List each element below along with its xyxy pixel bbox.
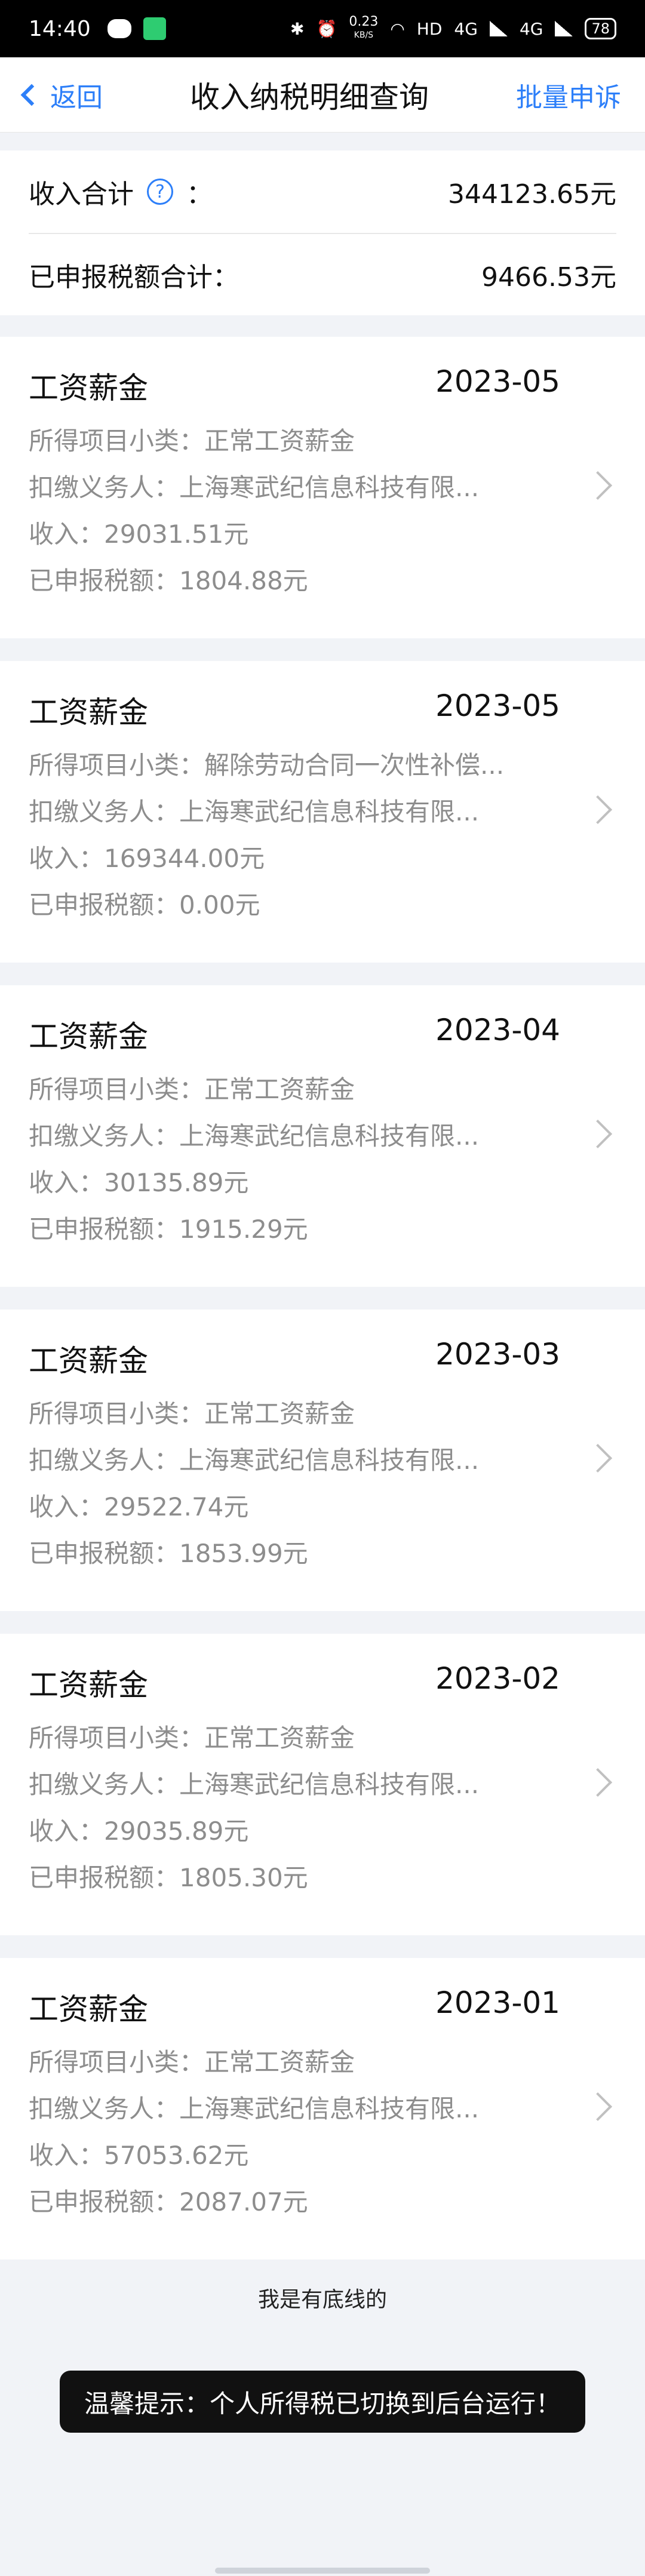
record-period: 2023-01 [435,1985,560,2020]
nav-bar: 返回 收入纳税明细查询 批量申诉 [0,57,645,133]
record-period: 2023-05 [435,364,560,399]
net-speed-unit: KB/S [354,30,374,40]
record-card[interactable]: 工资薪金 2023-01 所得项目小类：正常工资薪金 扣缴义务人：上海寒武纪信息科… [0,1958,645,2260]
home-indicator[interactable] [215,2568,430,2574]
records-list: 工资薪金 2023-05 所得项目小类：正常工资薪金 扣缴义务人：上海寒武纪信息科… [0,337,645,2260]
signal-icon [489,21,508,36]
status-left-icons [107,17,166,40]
wechat-icon [107,19,131,38]
page-title: 收入纳税明细查询 [190,79,429,115]
record-subitem: 所得项目小类：正常工资薪金 [29,1723,355,1753]
record-period: 2023-02 [435,1661,560,1696]
app-notification-icon [143,17,166,40]
chevron-right-icon [583,1443,613,1473]
record-subitem: 所得项目小类：解除劳动合同一次性补偿... [29,751,505,780]
chevron-right-icon [583,1767,613,1797]
record-withholder: 扣缴义务人：上海寒武纪信息科技有限... [29,473,480,502]
battery-icon: 78 [585,18,616,39]
record-withholder: 扣缴义务人：上海寒武纪信息科技有限... [29,2094,480,2123]
record-tax: 已申报税额：2087.07元 [29,2187,308,2217]
record-subitem: 所得项目小类：正常工资薪金 [29,1399,355,1428]
record-category: 工资薪金 [29,1344,148,1378]
back-button[interactable]: 返回 [20,76,103,114]
record-tax: 已申报税额：1805.30元 [29,1863,308,1892]
back-label: 返回 [50,82,103,113]
record-withholder: 扣缴义务人：上海寒武纪信息科技有限... [29,797,480,826]
record-withholder: 扣缴义务人：上海寒武纪信息科技有限... [29,1770,480,1799]
tax-total-label: 已申报税额合计： [29,262,239,293]
record-card[interactable]: 工资薪金 2023-05 所得项目小类：解除劳动合同一次性补偿... 扣缴义务人：… [0,661,645,963]
list-end-text: 我是有底线的 [257,2288,387,2312]
record-income: 收入：29035.89元 [29,1816,249,1846]
income-total-label: 收入合计 [29,179,134,210]
net-speed: 0.23 KB/S [349,16,378,42]
batch-appeal-button[interactable]: 批量申诉 [516,76,621,114]
income-total-colon: ： [186,179,213,210]
record-income: 收入：30135.89元 [29,1168,249,1197]
record-income: 收入：169344.00元 [29,844,265,873]
record-tax: 已申报税额：1853.99元 [29,1539,308,1568]
chevron-right-icon [583,471,613,500]
record-period: 2023-05 [435,688,560,723]
toast-message: 温馨提示：个人所得税已切换到后台运行！ [60,2371,585,2433]
record-category: 工资薪金 [29,1992,148,2027]
signal-icon-2 [555,21,573,36]
record-category: 工资薪金 [29,1019,148,1054]
chevron-right-icon [583,795,613,825]
record-period: 2023-03 [435,1337,560,1372]
record-income: 收入：29522.74元 [29,1492,249,1521]
wifi-icon: ◠ [390,19,405,39]
signal-1-label: 4G [454,19,478,39]
net-speed-value: 0.23 [349,14,379,29]
tax-total-row: 已申报税额合计： 9466.53元 [29,233,616,315]
record-income: 收入：57053.62元 [29,2141,249,2170]
battery-level: 78 [591,20,610,37]
record-period: 2023-04 [435,1013,560,1047]
record-category: 工资薪金 [29,695,148,730]
record-category: 工资薪金 [29,1668,148,1702]
record-tax: 已申报税额：0.00元 [29,890,260,920]
record-subitem: 所得项目小类：正常工资薪金 [29,2048,355,2077]
summary-card: 收入合计 ? ： 344123.65元 已申报税额合计： 9466.53元 [0,150,645,315]
hd-label: HD [416,19,443,39]
record-subitem: 所得项目小类：正常工资薪金 [29,426,355,456]
record-category: 工资薪金 [29,371,148,405]
record-subitem: 所得项目小类：正常工资薪金 [29,1075,355,1104]
income-total-value: 344123.65元 [448,179,616,210]
status-right-icons: ✱ ⏰ 0.23 KB/S ◠ HD 4G 4G 78 [290,16,616,42]
record-card[interactable]: 工资薪金 2023-03 所得项目小类：正常工资薪金 扣缴义务人：上海寒武纪信息科… [0,1309,645,1611]
tax-total-value: 9466.53元 [481,262,616,293]
chevron-left-icon [20,84,43,106]
chevron-right-icon [583,2092,613,2122]
record-tax: 已申报税额：1804.88元 [29,566,308,595]
status-time: 14:40 [29,16,91,41]
record-income: 收入：29031.51元 [29,519,249,549]
income-total-row: 收入合计 ? ： 344123.65元 [29,150,616,233]
bluetooth-icon: ✱ [290,19,305,39]
signal-2-label: 4G [519,19,543,39]
record-card[interactable]: 工资薪金 2023-05 所得项目小类：正常工资薪金 扣缴义务人：上海寒武纪信息科… [0,337,645,638]
chevron-right-icon [583,1119,613,1149]
record-card[interactable]: 工资薪金 2023-02 所得项目小类：正常工资薪金 扣缴义务人：上海寒武纪信息科… [0,1634,645,1935]
record-withholder: 扣缴义务人：上海寒武纪信息科技有限... [29,1446,480,1475]
record-withholder: 扣缴义务人：上海寒武纪信息科技有限... [29,1121,480,1151]
status-bar: 14:40 ✱ ⏰ 0.23 KB/S ◠ HD 4G 4G 78 [0,0,645,57]
help-icon[interactable]: ? [147,179,173,205]
record-tax: 已申报税额：1915.29元 [29,1215,308,1244]
alarm-icon: ⏰ [316,19,337,39]
record-card[interactable]: 工资薪金 2023-04 所得项目小类：正常工资薪金 扣缴义务人：上海寒武纪信息科… [0,985,645,1287]
